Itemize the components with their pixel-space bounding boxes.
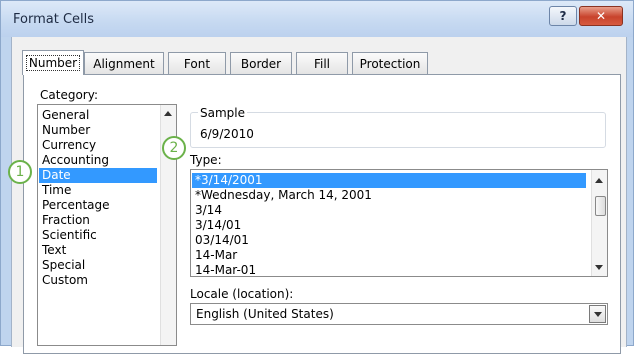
dialog-title: Format Cells bbox=[13, 12, 95, 27]
list-item[interactable]: General bbox=[42, 108, 89, 123]
list-item[interactable]: Number bbox=[42, 123, 90, 138]
list-item[interactable]: Accounting bbox=[42, 153, 109, 168]
callout-2-badge: 2 bbox=[162, 136, 186, 160]
list-item-selected[interactable]: Date bbox=[39, 168, 157, 183]
type-label: Type: bbox=[190, 153, 222, 167]
list-item[interactable]: Fraction bbox=[42, 213, 90, 228]
locale-select[interactable]: English (United States) bbox=[190, 303, 608, 325]
type-list[interactable]: *3/14/2001 *Wednesday, March 14, 2001 3/… bbox=[190, 169, 608, 277]
question-icon: ? bbox=[559, 9, 567, 23]
locale-value: English (United States) bbox=[196, 307, 334, 321]
list-item[interactable]: *Wednesday, March 14, 2001 bbox=[195, 188, 372, 203]
list-item[interactable]: 3/14/01 bbox=[195, 218, 241, 233]
sample-label: Sample bbox=[198, 106, 247, 120]
list-item[interactable]: Custom bbox=[42, 273, 88, 288]
callout-1-badge: 1 bbox=[8, 160, 32, 184]
list-item[interactable]: 3/14 bbox=[195, 203, 222, 218]
tab-fill[interactable]: Fill bbox=[296, 52, 348, 74]
tab-font[interactable]: Font bbox=[168, 52, 226, 74]
scroll-down-icon[interactable] bbox=[595, 265, 603, 270]
sample-value: 6/9/2010 bbox=[200, 127, 254, 141]
locale-dropdown-button[interactable] bbox=[589, 305, 606, 323]
scroll-up-icon[interactable] bbox=[595, 178, 603, 183]
list-item[interactable]: 14-Mar-01 bbox=[195, 263, 256, 276]
list-item[interactable]: Text bbox=[42, 243, 66, 258]
list-item[interactable]: Currency bbox=[42, 138, 96, 153]
list-item[interactable]: Percentage bbox=[42, 198, 110, 213]
list-item[interactable]: Scientific bbox=[42, 228, 97, 243]
scroll-up-icon[interactable] bbox=[164, 111, 172, 116]
type-scrollbar[interactable] bbox=[591, 170, 607, 276]
list-item[interactable]: Time bbox=[42, 183, 71, 198]
list-item-selected[interactable]: *3/14/2001 bbox=[192, 173, 586, 188]
list-item[interactable]: Special bbox=[42, 258, 85, 273]
tab-protection[interactable]: Protection bbox=[352, 52, 428, 74]
tab-number[interactable]: Number bbox=[22, 50, 84, 75]
locale-label: Locale (location): bbox=[190, 287, 294, 301]
help-button[interactable]: ? bbox=[549, 6, 577, 26]
chevron-down-icon bbox=[594, 312, 602, 317]
list-item[interactable]: 03/14/01 bbox=[195, 233, 249, 248]
scroll-thumb[interactable] bbox=[595, 196, 606, 216]
tab-border[interactable]: Border bbox=[230, 52, 292, 74]
close-icon: ✕ bbox=[595, 9, 607, 23]
close-button[interactable]: ✕ bbox=[579, 6, 623, 26]
title-bar[interactable]: Format Cells ? ✕ bbox=[1, 1, 633, 37]
list-item[interactable]: 14-Mar bbox=[195, 248, 237, 263]
category-label: Category: bbox=[40, 88, 98, 102]
category-list[interactable]: General Number Currency Accounting Date … bbox=[37, 104, 177, 346]
tab-alignment[interactable]: Alignment bbox=[84, 52, 164, 74]
